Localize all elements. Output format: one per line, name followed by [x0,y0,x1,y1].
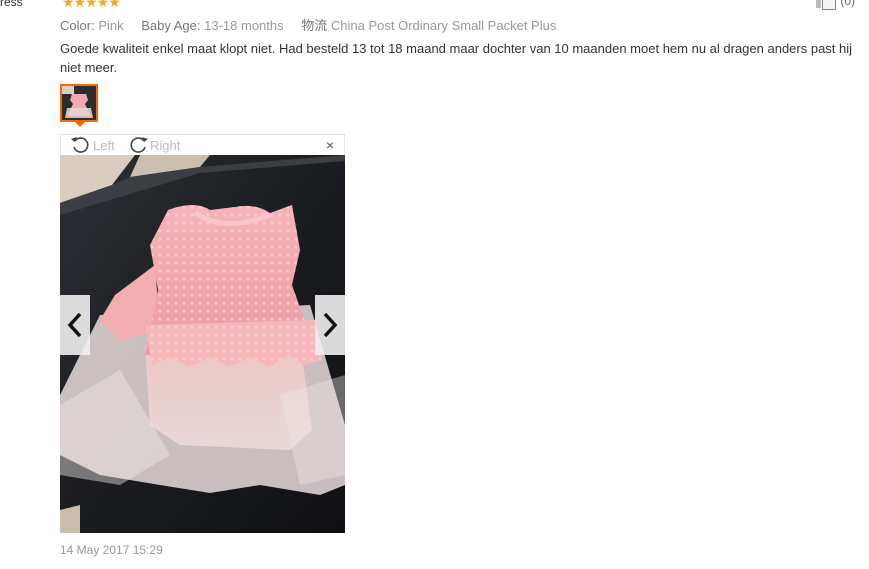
attr-color-value: Pink [98,18,124,33]
image-viewer-toolbar: Left Right × [60,134,345,155]
helpful-count: (0) [840,0,855,8]
helpful-control[interactable]: (0) [816,0,855,10]
rotate-right-button[interactable]: Right [127,136,180,154]
rotate-right-label: Right [150,137,181,153]
rotate-left-icon [71,137,89,153]
attr-color-label: Color: [60,18,95,33]
chevron-left-icon [67,312,82,338]
previous-image-button[interactable] [60,295,90,355]
thumbnail-image [62,86,96,120]
review-attributes: Color: Pink Baby Age: 13-18 months 物流 Ch… [60,15,570,34]
review-date: 14 May 2017 15:29 [60,543,163,557]
thumbnail-active-indicator [75,122,85,127]
rotate-left-button[interactable]: Left [70,136,115,154]
attr-shipping-label: 物流 [301,18,328,33]
close-viewer-button[interactable]: × [326,138,334,152]
reviewer-name: ress [0,0,23,9]
chevron-right-icon [323,312,338,338]
attr-baby-age-value: 13-18 months [204,18,284,33]
dress-photo [60,155,345,533]
review-photo-thumbnail[interactable] [60,84,98,122]
attr-baby-age-label: Baby Age: [141,18,201,33]
thumb-up-icon[interactable] [816,0,837,10]
rotate-right-icon [130,137,148,153]
rating-stars: ★★★★★ [62,0,121,10]
attr-shipping-value: China Post Ordinary Small Packet Plus [330,18,557,33]
next-image-button[interactable] [315,295,345,355]
review-text: Goede kwaliteit enkel maat klopt niet. H… [60,41,853,75]
rotate-left-label: Left [93,137,115,153]
review-photo-large [60,155,345,533]
